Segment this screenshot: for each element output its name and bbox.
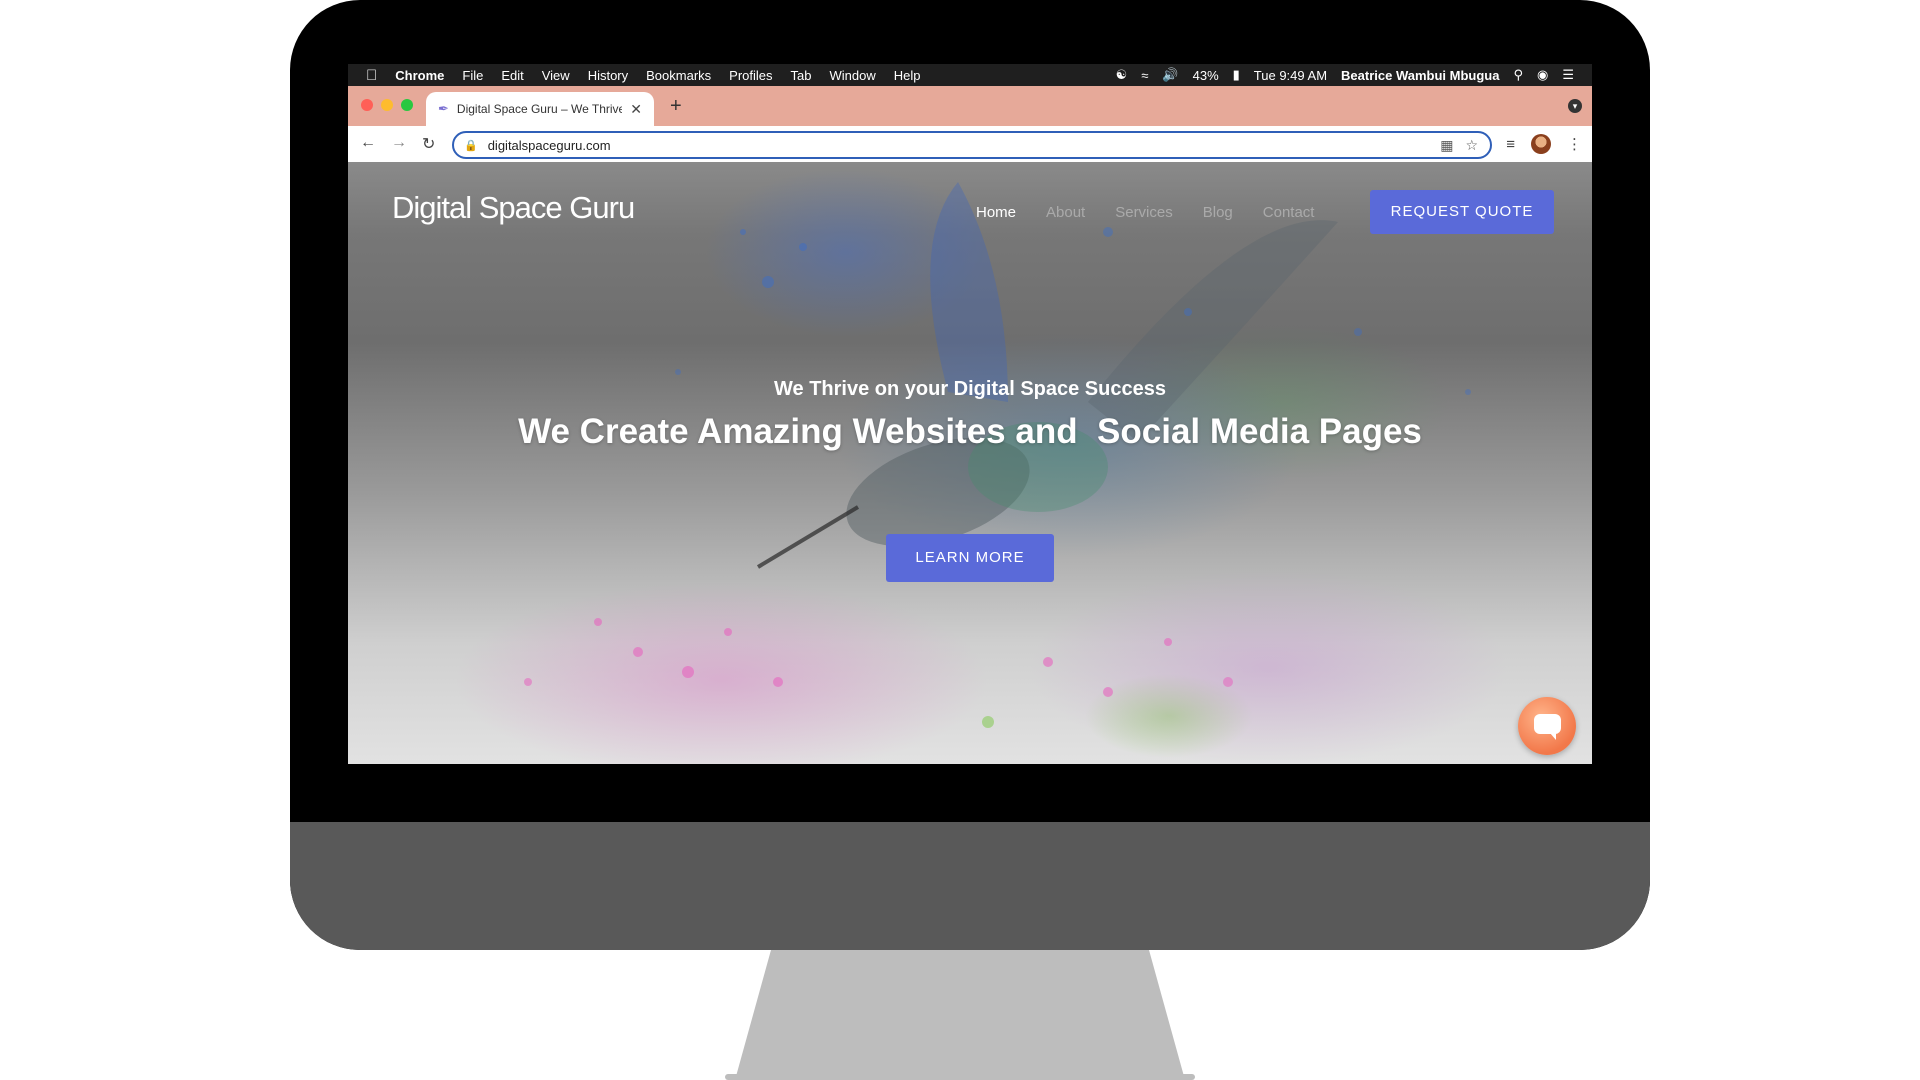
user-name[interactable]: Beatrice Wambui Mbugua: [1341, 68, 1499, 83]
battery-icon[interactable]: ▮: [1233, 67, 1240, 83]
accessibility-icon[interactable]: ☯: [1116, 67, 1128, 83]
feather-favicon-icon: ✒: [438, 101, 449, 116]
learn-more-button[interactable]: LEARN MORE: [886, 534, 1054, 582]
imac-stand-base: [725, 1074, 1195, 1080]
reload-icon[interactable]: ↻: [422, 134, 435, 154]
more-menu-icon[interactable]: ⋮: [1567, 135, 1582, 153]
url-text[interactable]: digitalspaceguru.com: [488, 138, 1441, 153]
tab-bar: ✒ Digital Space Guru – We Thrive ✕ + ▾: [348, 86, 1592, 126]
hummingbird-artwork: [524, 182, 1471, 728]
request-quote-button[interactable]: REQUEST QUOTE: [1370, 190, 1554, 234]
control-center-icon[interactable]: ☰: [1562, 67, 1574, 83]
menu-profiles[interactable]: Profiles: [729, 68, 772, 83]
site-nav: Home About Services Blog Contact: [976, 204, 1314, 221]
address-bar[interactable]: 🔒 digitalspaceguru.com ▦ ☆: [452, 131, 1492, 159]
imac-chin: [290, 822, 1650, 950]
close-tab-icon[interactable]: ✕: [630, 101, 642, 118]
tab-title: Digital Space Guru – We Thrive: [456, 102, 623, 116]
hero-headline: We Create Amazing Websites and Social Me…: [518, 412, 1422, 451]
forward-arrow-icon[interactable]: →: [391, 134, 407, 152]
nav-home[interactable]: Home: [976, 204, 1016, 221]
mac-menubar:  Chrome File Edit View History Bookmark…: [348, 64, 1592, 86]
menu-app-name[interactable]: Chrome: [395, 68, 444, 83]
zoom-window-button[interactable]: [401, 99, 413, 111]
hero-section: Digital Space Guru Home About Services B…: [348, 162, 1592, 764]
chat-widget-button[interactable]: [1518, 697, 1576, 755]
minimize-window-button[interactable]: [381, 99, 393, 111]
nav-about[interactable]: About: [1046, 204, 1085, 221]
close-window-button[interactable]: [361, 99, 373, 111]
nav-blog[interactable]: Blog: [1203, 204, 1233, 221]
apple-icon[interactable]: : [366, 67, 377, 84]
menu-window[interactable]: Window: [830, 68, 876, 83]
screen:  Chrome File Edit View History Bookmark…: [348, 64, 1592, 764]
menu-history[interactable]: History: [588, 68, 628, 83]
lock-icon[interactable]: 🔒: [464, 139, 478, 152]
browser-toolbar: ← → ↻ 🔒 digitalspaceguru.com ▦ ☆ ≡ ⋮: [348, 126, 1592, 163]
hero-eyebrow: We Thrive on your Digital Space Success: [774, 378, 1166, 400]
reading-list-icon[interactable]: ≡: [1506, 136, 1515, 153]
menu-view[interactable]: View: [542, 68, 570, 83]
spotlight-search-icon[interactable]: ⚲: [1513, 67, 1523, 83]
battery-percent[interactable]: 43%: [1193, 68, 1219, 83]
menu-bookmarks[interactable]: Bookmarks: [646, 68, 711, 83]
back-arrow-icon[interactable]: ←: [360, 134, 376, 152]
browser-tab[interactable]: ✒ Digital Space Guru – We Thrive ✕: [426, 92, 654, 126]
nav-services[interactable]: Services: [1115, 204, 1173, 221]
menu-help[interactable]: Help: [894, 68, 921, 83]
menubar-status: ☯ ≈ 🔊 43% ▮ Tue 9:49 AM Beatrice Wambui …: [1116, 64, 1574, 86]
nav-contact[interactable]: Contact: [1263, 204, 1315, 221]
chat-bubble-icon: [1534, 714, 1561, 740]
bookmark-star-icon[interactable]: ☆: [1465, 137, 1478, 154]
new-tab-icon[interactable]: +: [670, 95, 682, 118]
siri-icon[interactable]: ◉: [1537, 67, 1548, 83]
menu-tab[interactable]: Tab: [791, 68, 812, 83]
profile-avatar[interactable]: [1531, 134, 1551, 154]
menu-edit[interactable]: Edit: [501, 68, 523, 83]
wifi-icon[interactable]: ≈: [1141, 68, 1148, 83]
site-logo[interactable]: Digital Space Guru: [392, 190, 635, 226]
tab-search-icon[interactable]: ▾: [1568, 99, 1582, 113]
volume-icon[interactable]: 🔊: [1162, 67, 1178, 83]
imac-stand: [735, 950, 1185, 1080]
clock[interactable]: Tue 9:49 AM: [1254, 68, 1327, 83]
menu-file[interactable]: File: [462, 68, 483, 83]
qr-code-icon[interactable]: ▦: [1440, 137, 1453, 154]
